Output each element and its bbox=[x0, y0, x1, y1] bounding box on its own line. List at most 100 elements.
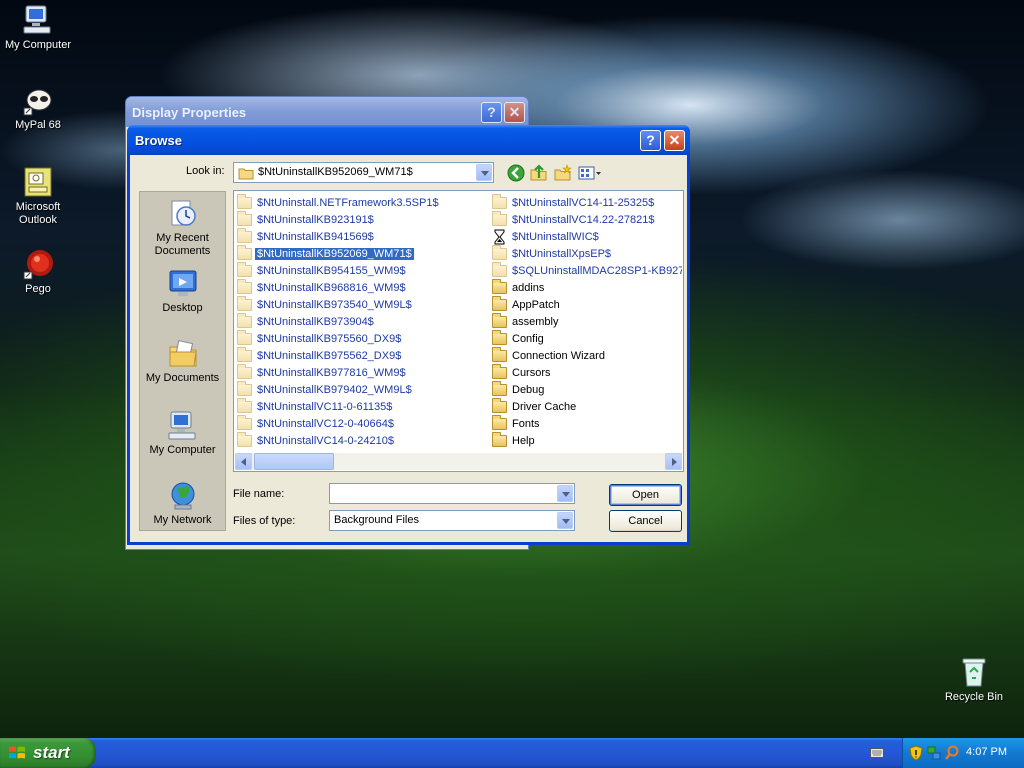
folder-icon bbox=[237, 431, 252, 447]
list-item[interactable]: Connection Wizard bbox=[492, 346, 682, 364]
desktop-icon-label: MyPal 68 bbox=[15, 119, 61, 131]
horizontal-scrollbar[interactable] bbox=[235, 453, 682, 470]
scroll-left-icon[interactable] bbox=[235, 453, 252, 470]
file-list[interactable]: $NtUninstall.NETFramework3.5SP1$ $NtUnin… bbox=[233, 190, 684, 472]
place-label: My Computer bbox=[149, 444, 216, 456]
folder-icon bbox=[237, 363, 252, 379]
system-tray: 4:07 PM bbox=[902, 738, 1024, 768]
scroll-right-icon[interactable] bbox=[665, 453, 682, 470]
folder-icon bbox=[492, 414, 507, 430]
browse-title-bar[interactable]: Browse ? ✕ bbox=[127, 125, 690, 155]
list-item[interactable]: $NtUninstallKB973540_WM9L$ bbox=[237, 295, 441, 313]
folder-icon bbox=[492, 431, 507, 447]
list-item[interactable]: $NtUninstallWIC$ bbox=[492, 228, 682, 245]
new-folder-icon[interactable] bbox=[553, 163, 573, 183]
list-item[interactable]: assembly bbox=[492, 312, 682, 330]
close-button[interactable]: ✕ bbox=[504, 102, 525, 123]
list-item[interactable]: Fonts bbox=[492, 414, 682, 432]
list-item[interactable]: Cursors bbox=[492, 363, 682, 381]
desktop-icon-pego[interactable]: Pego bbox=[0, 248, 76, 296]
place-recent-documents[interactable]: My Recent Documents bbox=[140, 198, 225, 258]
file-name-label: File name: bbox=[233, 488, 285, 500]
item-name: $NtUninstallVC12-0-40664$ bbox=[257, 417, 394, 430]
up-folder-icon[interactable] bbox=[529, 163, 549, 183]
folder-icon bbox=[237, 295, 252, 311]
desktop-icon-label: Microsoft Outlook bbox=[15, 201, 61, 226]
folder-icon bbox=[237, 414, 252, 430]
chevron-down-icon[interactable] bbox=[476, 164, 492, 181]
list-item[interactable]: $NtUninstall.NETFramework3.5SP1$ bbox=[237, 193, 441, 211]
close-button[interactable]: ✕ bbox=[664, 130, 685, 151]
list-item[interactable]: $NtUninstallXpsEP$ bbox=[492, 244, 682, 262]
magnifier-icon[interactable] bbox=[945, 745, 959, 761]
list-item[interactable]: Debug bbox=[492, 380, 682, 398]
list-item[interactable]: Driver Cache bbox=[492, 397, 682, 415]
list-item-selected[interactable]: $NtUninstallKB952069_WM71$ bbox=[237, 244, 441, 262]
files-of-type-dropdown[interactable]: Background Files bbox=[329, 510, 575, 531]
folder-icon bbox=[492, 397, 507, 413]
list-item[interactable]: $NtUninstallKB973904$ bbox=[237, 312, 441, 330]
list-item[interactable]: $NtUninstallVC14-11-25325$ bbox=[492, 194, 682, 211]
files-of-type-value: Background Files bbox=[334, 514, 419, 526]
list-item[interactable]: $NtUninstallKB975562_DX9$ bbox=[237, 346, 441, 364]
chevron-down-icon[interactable] bbox=[557, 512, 573, 529]
item-name: $NtUninstallKB952069_WM71$ bbox=[254, 246, 415, 261]
list-item[interactable]: $NtUninstallVC12-0-40664$ bbox=[237, 414, 441, 432]
browse-dialog[interactable]: Browse ? ✕ Look in: $NtUninstallKB952069… bbox=[127, 125, 690, 545]
list-item[interactable]: $NtUninstallKB977816_WM9$ bbox=[237, 363, 441, 381]
list-item[interactable]: Help bbox=[492, 431, 682, 449]
security-shield-icon[interactable] bbox=[909, 745, 923, 761]
folder-icon bbox=[237, 193, 252, 209]
display-properties-title-bar[interactable]: Display Properties ? ✕ bbox=[126, 97, 528, 127]
item-name: $NtUninstallVC11-0-61135$ bbox=[257, 400, 393, 413]
open-button[interactable]: Open bbox=[609, 484, 682, 506]
list-item[interactable]: $NtUninstallKB923191$ bbox=[237, 210, 441, 228]
list-item[interactable]: $NtUninstallVC14.22-27821$ bbox=[492, 210, 682, 228]
help-button[interactable]: ? bbox=[481, 102, 502, 123]
start-button[interactable]: start bbox=[0, 738, 96, 768]
list-item[interactable]: AppPatch bbox=[492, 295, 682, 313]
item-name: $NtUninstallKB979402_WM9L$ bbox=[257, 383, 412, 396]
help-button[interactable]: ? bbox=[640, 130, 661, 151]
list-item[interactable]: $NtUninstallVC11-0-61135$ bbox=[237, 397, 441, 415]
item-name: assembly bbox=[512, 315, 559, 328]
place-my-documents[interactable]: My Documents bbox=[140, 338, 225, 385]
folder-icon bbox=[492, 210, 507, 226]
outlook-icon bbox=[22, 166, 54, 198]
list-item[interactable]: $NtUninstallKB975560_DX9$ bbox=[237, 329, 441, 347]
chevron-down-icon[interactable] bbox=[557, 485, 573, 502]
views-menu-icon[interactable] bbox=[577, 163, 603, 183]
item-name: $NtUninstallXpsEP$ bbox=[512, 247, 612, 260]
folder-icon bbox=[237, 227, 252, 243]
list-item[interactable]: $NtUninstallKB941569$ bbox=[237, 227, 441, 245]
file-name-field[interactable] bbox=[329, 483, 575, 504]
desktop-icon-outlook[interactable]: Microsoft Outlook bbox=[0, 166, 76, 227]
scrollbar-thumb[interactable] bbox=[254, 453, 334, 470]
item-name: $NtUninstallKB975560_DX9$ bbox=[257, 332, 402, 345]
network-icon[interactable] bbox=[927, 745, 941, 761]
list-item[interactable]: $NtUninstallKB968816_WM9$ bbox=[237, 278, 441, 296]
look-in-dropdown[interactable]: $NtUninstallKB952069_WM71$ bbox=[233, 162, 494, 183]
list-item[interactable]: $NtUninstallVC14-0-24210$ bbox=[237, 431, 441, 449]
back-icon[interactable] bbox=[506, 163, 526, 183]
place-desktop[interactable]: Desktop bbox=[140, 268, 225, 315]
clock[interactable]: 4:07 PM bbox=[966, 746, 1007, 758]
list-item[interactable]: $NtUninstallKB979402_WM9L$ bbox=[237, 380, 441, 398]
item-name: $NtUninstallKB975562_DX9$ bbox=[257, 349, 402, 362]
desktop-icon-recycle-bin[interactable]: Recycle Bin bbox=[936, 656, 1012, 704]
list-item[interactable]: addins bbox=[492, 278, 682, 296]
keyboard-icon[interactable] bbox=[870, 748, 884, 758]
item-name: Config bbox=[512, 332, 544, 345]
place-my-network[interactable]: My Network bbox=[140, 480, 225, 527]
cancel-button[interactable]: Cancel bbox=[609, 510, 682, 532]
item-name: $NtUninstallKB973904$ bbox=[257, 315, 374, 328]
item-name: Driver Cache bbox=[512, 400, 577, 413]
place-my-computer[interactable]: My Computer bbox=[140, 410, 225, 457]
list-item[interactable]: Config bbox=[492, 329, 682, 347]
list-item[interactable]: $SQLUninstallMDAC28SP1-KB927779 bbox=[492, 261, 682, 279]
list-item[interactable]: $NtUninstallKB954155_WM9$ bbox=[237, 261, 441, 279]
folder-icon bbox=[492, 312, 507, 328]
desktop-icon-mypal[interactable]: MyPal 68 bbox=[0, 84, 76, 132]
item-name: Cursors bbox=[512, 366, 551, 379]
desktop-icon-my-computer[interactable]: My Computer bbox=[0, 4, 76, 52]
